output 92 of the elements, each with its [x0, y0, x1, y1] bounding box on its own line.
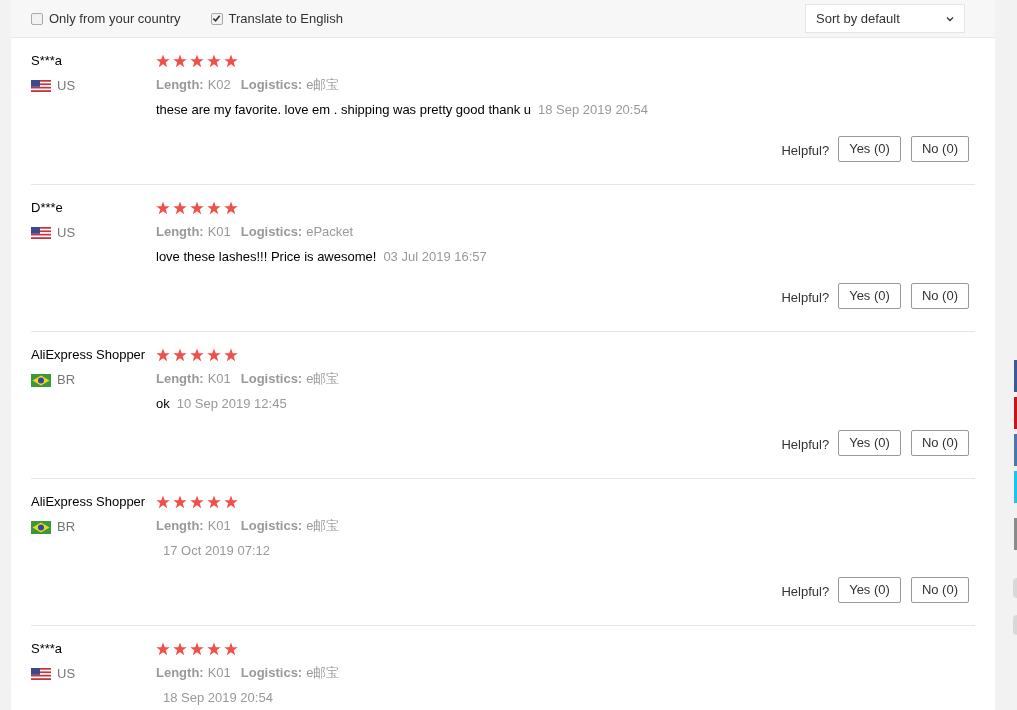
star-icon — [207, 54, 221, 68]
attribute-value: K01 — [207, 517, 231, 536]
star-icon — [207, 201, 221, 215]
review-text: ok — [156, 395, 170, 414]
star-icon — [173, 54, 187, 68]
brazil-flag-icon — [31, 520, 51, 534]
attribute-value: K01 — [207, 223, 231, 242]
attribute-label: Length: — [156, 370, 204, 389]
share-tab[interactable] — [1014, 360, 1017, 392]
no-button[interactable]: No (0) — [910, 283, 969, 309]
share-tab[interactable] — [1014, 434, 1017, 466]
star-icon — [156, 201, 170, 215]
attribute-label: Logistics: — [240, 517, 303, 536]
brazil-flag-icon — [31, 373, 51, 387]
us-flag-icon — [31, 80, 51, 92]
attribute-label: Logistics: — [240, 370, 303, 389]
us-flag-icon — [31, 227, 51, 239]
star-icon — [190, 495, 204, 509]
helpful-label: Helpful? — [781, 583, 830, 602]
star-icon — [224, 54, 238, 68]
review-date: 18 Sep 2019 20:54 — [163, 689, 273, 708]
star-icon — [190, 201, 204, 215]
star-icon — [173, 201, 187, 215]
star-icon — [173, 348, 187, 362]
star-icon — [173, 495, 187, 509]
attribute-label: Logistics: — [240, 664, 303, 683]
review-text: these are my favorite. love em . shipping was pretty good thank u — [156, 101, 532, 120]
no-button[interactable]: No (0) — [910, 430, 969, 456]
attribute-value: e邮宝 — [306, 664, 340, 683]
checkbox[interactable] — [210, 12, 223, 25]
yes-button[interactable]: Yes (0) — [838, 283, 901, 309]
attribute-value: K01 — [207, 664, 231, 683]
share-tab[interactable] — [1014, 397, 1017, 429]
us-flag-icon — [31, 668, 51, 680]
country-code: US — [57, 77, 76, 96]
checkbox-label[interactable]: Translate to English — [228, 8, 343, 29]
yes-button[interactable]: Yes (0) — [838, 430, 901, 456]
attribute-value: e邮宝 — [306, 370, 340, 389]
review-date: 18 Sep 2019 20:54 — [538, 101, 648, 120]
review-date: 10 Sep 2019 12:45 — [176, 395, 287, 414]
no-button[interactable]: No (0) — [910, 136, 969, 162]
review-date: 17 Oct 2019 07:12 — [163, 542, 270, 561]
helpful-label: Helpful? — [781, 436, 830, 455]
star-icon — [173, 642, 187, 656]
review-date: 03 Jul 2019 16:57 — [383, 248, 487, 267]
star-icon — [156, 348, 170, 362]
star-icon — [190, 348, 204, 362]
checkbox-label[interactable]: Only from your country — [49, 8, 181, 29]
attribute-value: K02 — [207, 76, 231, 95]
yes-button[interactable]: Yes (0) — [838, 577, 901, 603]
star-icon — [207, 348, 221, 362]
share-tab[interactable] — [1014, 471, 1017, 503]
country-code: US — [57, 665, 76, 684]
attribute-value: K01 — [207, 370, 231, 389]
attribute-value: ePacket — [306, 223, 354, 242]
star-icon — [156, 642, 170, 656]
star-icon — [224, 201, 238, 215]
attribute-label: Logistics: — [240, 223, 303, 242]
helpful-label: Helpful? — [781, 289, 830, 308]
star-icon — [190, 642, 204, 656]
attribute-value: e邮宝 — [306, 76, 340, 95]
checkbox[interactable] — [31, 12, 43, 25]
attribute-label: Length: — [156, 223, 204, 242]
attribute-value: e邮宝 — [306, 517, 340, 536]
star-icon — [156, 495, 170, 509]
sort-dropdown[interactable]: Sort by default — [805, 4, 965, 33]
yes-button[interactable]: Yes (0) — [838, 136, 901, 162]
attribute-label: Length: — [156, 664, 204, 683]
attribute-label: Length: — [156, 76, 204, 95]
checkmark-icon — [212, 14, 221, 23]
star-icon — [224, 348, 238, 362]
reviewer-name: AliExpress Shopper — [31, 346, 146, 365]
reviewer-name: AliExpress Shopper — [31, 493, 146, 512]
no-button[interactable]: No (0) — [910, 577, 969, 603]
attribute-label: Length: — [156, 517, 204, 536]
reviewer-name: S***a — [31, 52, 63, 71]
star-icon — [156, 54, 170, 68]
star-icon — [207, 642, 221, 656]
country-code: BR — [57, 371, 76, 390]
star-icon — [207, 495, 221, 509]
chevron-down-icon — [946, 15, 954, 22]
star-icon — [224, 495, 238, 509]
review-text: love these lashes!!! Price is awesome! — [156, 248, 377, 267]
country-code: US — [57, 224, 76, 243]
country-code: BR — [57, 518, 76, 537]
helpful-label: Helpful? — [781, 142, 830, 161]
reviewer-name: D***e — [31, 199, 63, 218]
star-icon — [224, 642, 238, 656]
share-tab[interactable] — [1014, 518, 1017, 550]
attribute-label: Logistics: — [240, 76, 303, 95]
star-icon — [190, 54, 204, 68]
reviewer-name: S***a — [31, 640, 63, 659]
